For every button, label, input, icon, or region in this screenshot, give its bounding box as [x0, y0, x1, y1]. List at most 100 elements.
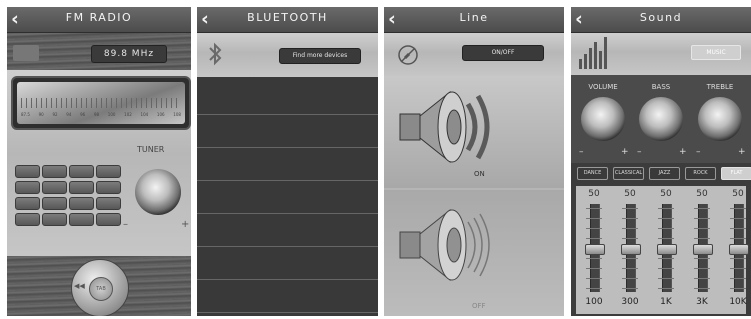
- preset-button[interactable]: [69, 165, 94, 178]
- knob-minus: –: [637, 147, 642, 157]
- fm-radio-panel: ‹ FM RADIO 89.8 MHz 87.5 90 92 94 96 98 100 102…: [7, 7, 191, 316]
- speaker-off-icon: [399, 208, 490, 282]
- preset-button[interactable]: [15, 213, 40, 226]
- preset-button[interactable]: [15, 197, 40, 210]
- fader-tick: [658, 208, 674, 209]
- sound-panel: ‹ Sound MUSIC VOLUME – + BASS – + TREBLE – + DAN…: [571, 7, 751, 316]
- fader-tick: [658, 228, 674, 229]
- fader-tick: [730, 208, 746, 209]
- prev-icon[interactable]: ◀◀: [74, 282, 85, 290]
- bluetooth-header: ‹ BLUETOOTH: [197, 7, 378, 33]
- scale-label: 96: [80, 112, 86, 117]
- knob-treble[interactable]: [698, 97, 742, 141]
- line-input-icon: [398, 45, 418, 65]
- preset-button[interactable]: [96, 213, 121, 226]
- scale-label: 106: [156, 112, 165, 117]
- preset-button[interactable]: [15, 165, 40, 178]
- line-panel: ‹ Line ON/OFF ON OFF: [384, 7, 564, 316]
- fader-tick: [622, 258, 638, 259]
- preset-button[interactable]: [15, 181, 40, 194]
- knob-row: VOLUME – + BASS – + TREBLE – +: [571, 75, 751, 163]
- off-label: OFF: [472, 302, 486, 310]
- preset-button[interactable]: [96, 165, 121, 178]
- preset-button[interactable]: [42, 181, 67, 194]
- preset-dance-button[interactable]: DANCE: [577, 167, 608, 180]
- preset-jazz-button[interactable]: JAZZ: [649, 167, 680, 180]
- nav-pad[interactable]: TAB ◀◀: [71, 259, 129, 316]
- preset-button[interactable]: [96, 181, 121, 194]
- preset-button[interactable]: [96, 197, 121, 210]
- preset-button[interactable]: [69, 213, 94, 226]
- page-title: Sound: [639, 11, 683, 24]
- fader-tick: [694, 228, 710, 229]
- preset-button[interactable]: [69, 181, 94, 194]
- preset-button[interactable]: [42, 197, 67, 210]
- fader-tick: [622, 228, 638, 229]
- fader-tick: [730, 258, 746, 259]
- device-list-divider: [197, 279, 378, 280]
- line-toggle-button[interactable]: ON/OFF: [462, 45, 544, 61]
- band-frequency-label: 10K: [729, 297, 747, 307]
- fader-handle[interactable]: [621, 244, 641, 255]
- preset-classical-button[interactable]: CLASSICAL: [613, 167, 644, 180]
- tab-button[interactable]: TAB: [89, 277, 113, 301]
- frequency-scale: 87.5 90 92 94 96 98 100 102 104 106 108: [11, 76, 191, 130]
- scale-label: 90: [38, 112, 44, 117]
- fm-radio-header: ‹ FM RADIO: [7, 7, 191, 33]
- on-label: ON: [474, 170, 485, 178]
- fader-handle[interactable]: [729, 244, 749, 255]
- tuner-plus: +: [181, 219, 190, 230]
- fader-tick: [658, 278, 674, 279]
- preset-grid: [15, 165, 123, 226]
- device-list-divider: [197, 312, 378, 313]
- knob-minus: –: [696, 147, 701, 157]
- fader-tick: [622, 278, 638, 279]
- fader-tick: [730, 228, 746, 229]
- fader-handle[interactable]: [585, 244, 605, 255]
- bluetooth-icon: [209, 42, 222, 66]
- band-frequency-label: 300: [621, 297, 639, 307]
- page-title: BLUETOOTH: [247, 11, 328, 24]
- fader-tick: [658, 218, 674, 219]
- eq-faders: 50 100 50 300 50 1K 50 3K 50 10K: [576, 186, 749, 314]
- fader-tick: [694, 268, 710, 269]
- fader-tick: [586, 278, 602, 279]
- equalizer-bars-icon: [579, 37, 607, 69]
- fader-tick: [586, 208, 602, 209]
- preset-button[interactable]: [42, 213, 67, 226]
- fader-tick: [658, 258, 674, 259]
- knob-bass[interactable]: [639, 97, 683, 141]
- fader-handle[interactable]: [657, 244, 677, 255]
- fader-handle[interactable]: [693, 244, 713, 255]
- logo-plate: [13, 45, 39, 61]
- fader-tick: [694, 218, 710, 219]
- sound-header: ‹ Sound: [571, 7, 751, 33]
- scale-glass: 87.5 90 92 94 96 98 100 102 104 106 108: [17, 82, 185, 124]
- knob-label: VOLUME: [588, 83, 618, 91]
- preset-button[interactable]: [42, 165, 67, 178]
- tuner-minus: –: [123, 219, 128, 230]
- fader-tick: [622, 208, 638, 209]
- band-frequency-label: 1K: [660, 297, 672, 307]
- speaker-on-icon: [399, 90, 490, 164]
- music-mode-button[interactable]: MUSIC: [691, 45, 741, 60]
- fader-tick: [586, 238, 602, 239]
- fader-tick: [586, 288, 602, 289]
- knob-label: BASS: [651, 83, 671, 91]
- preset-rock-button[interactable]: ROCK: [685, 167, 716, 180]
- device-list-divider: [197, 213, 378, 214]
- scale-label: 87.5: [21, 112, 30, 117]
- scale-label: 92: [52, 112, 58, 117]
- preset-flat-button[interactable]: FLAT: [721, 167, 751, 180]
- preset-button[interactable]: [69, 197, 94, 210]
- fader-tick: [694, 258, 710, 259]
- knob-volume[interactable]: [581, 97, 625, 141]
- line-header: ‹ Line: [384, 7, 564, 33]
- fader-tick: [658, 288, 674, 289]
- knob-minus: –: [579, 147, 584, 157]
- find-devices-button[interactable]: Find more devices: [279, 48, 361, 64]
- line-on-section: ON: [384, 76, 564, 188]
- fader-tick: [586, 218, 602, 219]
- tuner-knob[interactable]: [135, 169, 181, 215]
- device-list-divider: [197, 147, 378, 148]
